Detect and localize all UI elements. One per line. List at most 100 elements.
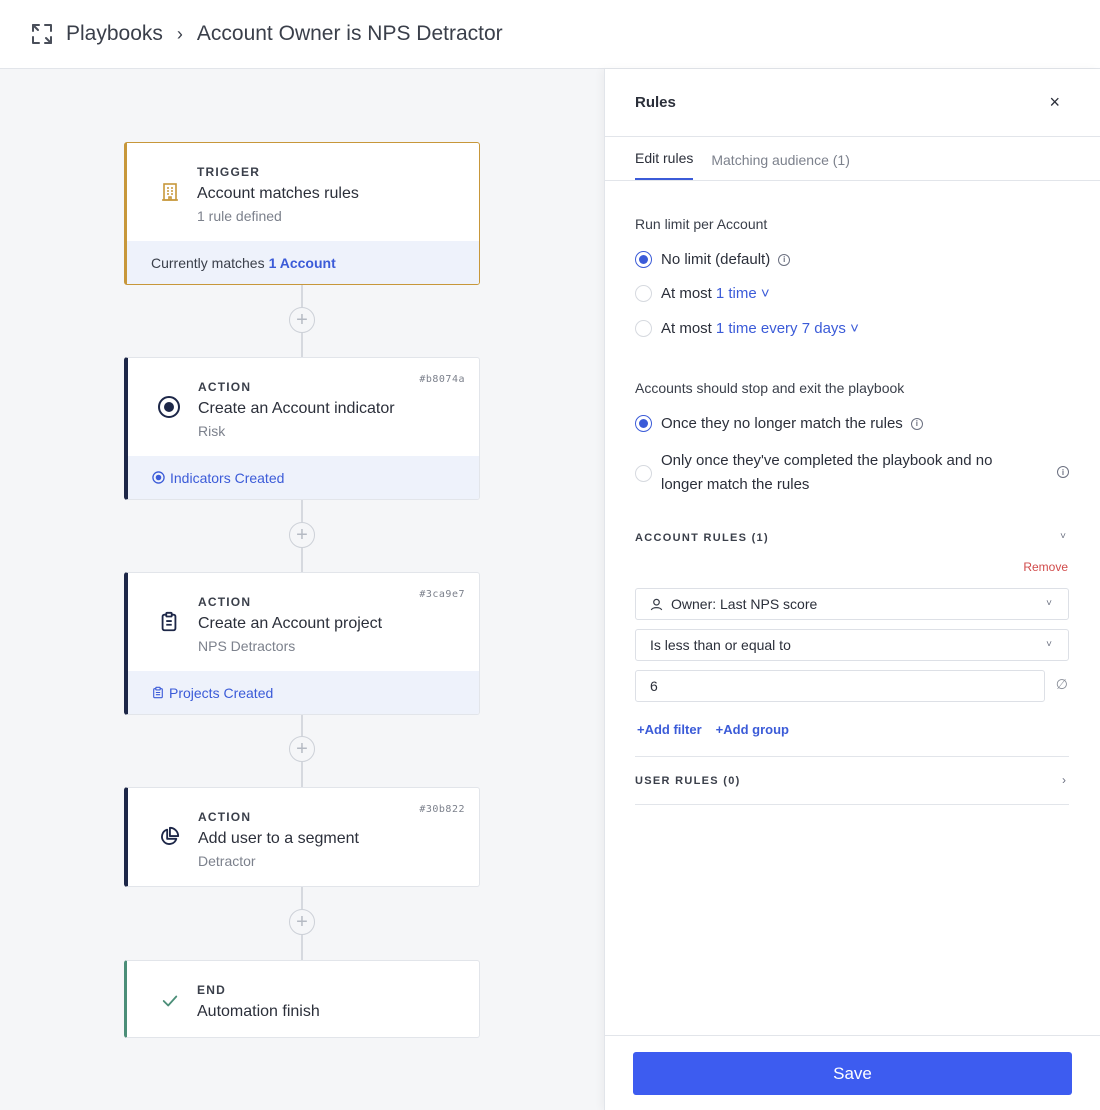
card-kind: ACTION [198, 810, 252, 824]
radio-exit-completed[interactable]: Only once they've completed the playbook… [635, 449, 1069, 497]
select-value: Owner: Last NPS score [671, 596, 818, 612]
radio-label: Once they no longer match the rules [661, 415, 903, 432]
radio-label-multiline: Only once they've completed the playbook… [661, 449, 992, 497]
radio-no-limit[interactable]: No limit (default) i [635, 251, 791, 268]
panel-title: Rules [635, 94, 676, 111]
divider [635, 756, 1069, 757]
trigger-card-body: TRIGGER Account matches rules 1 rule def… [127, 143, 479, 224]
info-icon[interactable]: i [778, 253, 791, 266]
card-title: Account matches rules [197, 185, 359, 202]
action-card-segment[interactable]: #30b822 ACTION Add user to a segment Det… [124, 787, 480, 887]
footer-prefix: Currently matches [151, 254, 265, 271]
save-button[interactable]: Save [633, 1052, 1072, 1095]
card-kind: ACTION [198, 380, 252, 394]
playbooks-icon [32, 24, 52, 44]
radio-label-line1: Only once they've completed the playbook… [661, 452, 993, 469]
action-card-body: ACTION Add user to a segment Detractor [128, 788, 479, 869]
card-title: Create an Account indicator [198, 400, 395, 417]
building-icon [157, 179, 183, 205]
radio-button-selected[interactable] [635, 415, 652, 432]
matches-link[interactable]: 1 Account [269, 255, 336, 271]
chevron-down-icon[interactable]: ˅ [1060, 531, 1066, 542]
breadcrumb-current: Account Owner is NPS Detractor [196, 22, 503, 45]
add-step-button[interactable]: + [289, 307, 315, 333]
breadcrumb-playbooks[interactable]: Playbooks [66, 22, 163, 46]
radio-button[interactable] [635, 285, 652, 302]
select-value: Is less than or equal to [650, 637, 791, 653]
rule-field-select[interactable]: Owner: Last NPS score ˅ [635, 588, 1069, 620]
input-value: 6 [650, 678, 658, 694]
clipboard-small-icon [153, 686, 163, 699]
footer-divider [605, 1035, 1100, 1036]
radio-button[interactable] [635, 464, 652, 482]
chevron-right-icon[interactable]: › [1062, 773, 1066, 787]
rules-panel: Rules × Edit rules Matching audience (1)… [604, 69, 1100, 1110]
radio-label-line2: longer match the rules [661, 476, 810, 493]
info-icon[interactable]: i [1057, 466, 1069, 478]
user-icon [650, 598, 663, 610]
end-card[interactable]: END Automation finish [124, 960, 480, 1038]
add-step-button[interactable]: + [289, 522, 315, 548]
action-card-project[interactable]: #3ca9e7 ACTION Create an Account project… [124, 572, 480, 715]
rule-add-links: +Add filter +Add group [637, 722, 803, 737]
indicators-created-footer[interactable]: Indicators Created [128, 456, 479, 499]
trigger-card[interactable]: TRIGGER Account matches rules 1 rule def… [124, 142, 480, 285]
tab-matching-audience[interactable]: Matching audience (1) [711, 152, 850, 180]
card-subtitle: Risk [198, 423, 226, 439]
card-subtitle: Detractor [198, 853, 256, 869]
indicator-icon [156, 394, 182, 420]
exit-label: Accounts should stop and exit the playbo… [635, 380, 905, 396]
pie-chart-icon [156, 824, 182, 850]
add-step-button[interactable]: + [289, 736, 315, 762]
rule-operator-select[interactable]: Is less than or equal to ˅ [635, 629, 1069, 661]
panel-header: Rules × [605, 69, 1100, 137]
radio-label: At most [661, 285, 712, 302]
chevron-down-icon: ˅ [1046, 598, 1052, 609]
add-group-link[interactable]: +Add group [716, 722, 789, 737]
end-card-body: END Automation finish [127, 961, 479, 1021]
action-card-body: ACTION Create an Account project NPS Det… [128, 573, 479, 654]
flow-canvas: TRIGGER Account matches rules 1 rule def… [0, 69, 604, 1110]
card-subtitle: 1 rule defined [197, 208, 282, 224]
close-icon[interactable]: × [1049, 92, 1060, 113]
chevron-down-icon: ˅ [1046, 639, 1052, 650]
radio-at-most-once[interactable]: At most 1 time ˅ [635, 285, 770, 302]
rule-value-input[interactable]: 6 [635, 670, 1045, 702]
info-icon[interactable]: i [910, 417, 923, 430]
radio-button-selected[interactable] [635, 251, 652, 268]
radio-exit-no-match[interactable]: Once they no longer match the rules i [635, 415, 923, 432]
card-kind: END [197, 983, 226, 997]
card-title: Automation finish [197, 1003, 320, 1020]
clipboard-icon [156, 609, 182, 635]
projects-created-footer[interactable]: Projects Created [128, 671, 479, 714]
run-limit-label: Run limit per Account [635, 216, 768, 232]
card-subtitle: NPS Detractors [198, 638, 296, 654]
footer-label: Indicators Created [170, 469, 285, 486]
user-rules-heading[interactable]: USER RULES (0) [635, 775, 741, 787]
footer-label: Projects Created [169, 684, 274, 701]
trigger-footer: Currently matches 1 Account [127, 241, 479, 284]
add-step-button[interactable]: + [289, 909, 315, 935]
radio-button[interactable] [635, 320, 652, 337]
check-icon [157, 988, 183, 1014]
add-filter-link[interactable]: +Add filter [637, 722, 702, 737]
empty-set-icon[interactable]: ∅ [1056, 676, 1068, 693]
indicator-small-icon [152, 471, 165, 484]
card-kind: ACTION [198, 595, 252, 609]
radio-label: At most [661, 320, 712, 337]
action-card-indicator[interactable]: #b8074a ACTION Create an Account indicat… [124, 357, 480, 500]
action-card-body: ACTION Create an Account indicator Risk [128, 358, 479, 439]
card-title: Create an Account project [198, 615, 383, 632]
account-rules-heading[interactable]: ACCOUNT RULES (1) [635, 532, 769, 544]
panel-tabs: Edit rules Matching audience (1) [605, 137, 1100, 181]
tab-edit-rules[interactable]: Edit rules [635, 150, 694, 180]
frequency-dropdown[interactable]: 1 time every 7 days ˅ [716, 320, 859, 337]
radio-label: No limit (default) [661, 251, 771, 268]
time-dropdown[interactable]: 1 time ˅ [716, 285, 770, 302]
divider [635, 804, 1069, 805]
radio-at-most-every[interactable]: At most 1 time every 7 days ˅ [635, 320, 859, 337]
remove-rule-link[interactable]: Remove [1023, 560, 1068, 574]
top-header: Playbooks › Account Owner is NPS Detract… [0, 0, 1100, 69]
card-title: Add user to a segment [198, 830, 359, 847]
breadcrumb-separator: › [176, 23, 183, 44]
